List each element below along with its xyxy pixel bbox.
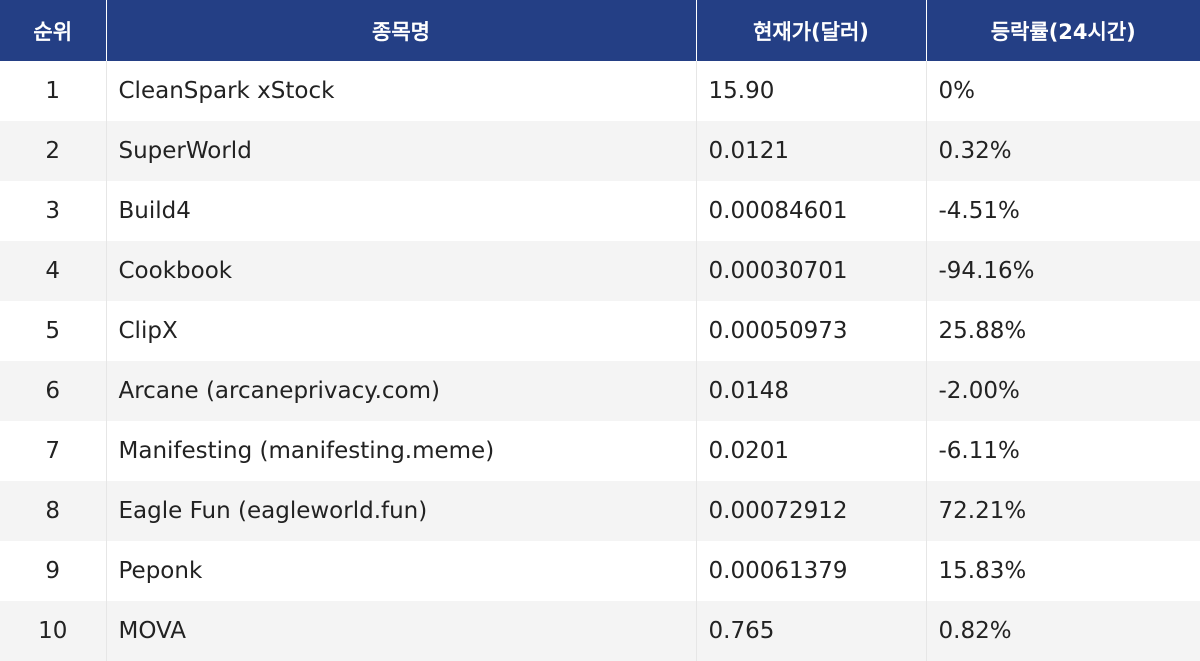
table-row: 4 Cookbook 0.00030701 -94.16% xyxy=(0,241,1200,301)
cell-price: 0.765 xyxy=(696,601,927,661)
table-row: 3 Build4 0.00084601 -4.51% xyxy=(0,181,1200,241)
table-row: 2 SuperWorld 0.0121 0.32% xyxy=(0,121,1200,181)
cell-change: -2.00% xyxy=(926,361,1200,421)
cell-change: -6.11% xyxy=(926,421,1200,481)
cell-name: Cookbook xyxy=(106,241,697,301)
cell-change: 0.82% xyxy=(926,601,1200,661)
cell-name: ClipX xyxy=(106,301,697,361)
cell-price: 0.00050973 xyxy=(696,301,927,361)
cell-rank: 8 xyxy=(0,481,107,541)
crypto-ranking-table: 순위 종목명 현재가(달러) 등락률(24시간) 1 CleanSpark xS… xyxy=(0,0,1200,661)
cell-rank: 9 xyxy=(0,541,107,601)
header-change: 등락률(24시간) xyxy=(926,0,1200,61)
cell-change: 72.21% xyxy=(926,481,1200,541)
header-name: 종목명 xyxy=(106,0,697,61)
table-row: 1 CleanSpark xStock 15.90 0% xyxy=(0,61,1200,121)
cell-change: 0% xyxy=(926,61,1200,121)
cell-rank: 5 xyxy=(0,301,107,361)
cell-price: 0.00030701 xyxy=(696,241,927,301)
header-row: 순위 종목명 현재가(달러) 등락률(24시간) xyxy=(0,0,1200,61)
cell-name: CleanSpark xStock xyxy=(106,61,697,121)
header-price: 현재가(달러) xyxy=(696,0,927,61)
cell-rank: 2 xyxy=(0,121,107,181)
cell-name: Arcane (arcaneprivacy.com) xyxy=(106,361,697,421)
table-row: 5 ClipX 0.00050973 25.88% xyxy=(0,301,1200,361)
cell-rank: 1 xyxy=(0,61,107,121)
cell-price: 0.0201 xyxy=(696,421,927,481)
cell-change: -4.51% xyxy=(926,181,1200,241)
cell-price: 0.0121 xyxy=(696,121,927,181)
table-row: 10 MOVA 0.765 0.82% xyxy=(0,601,1200,661)
cell-name: Manifesting (manifesting.meme) xyxy=(106,421,697,481)
cell-rank: 6 xyxy=(0,361,107,421)
table-body: 1 CleanSpark xStock 15.90 0% 2 SuperWorl… xyxy=(0,61,1200,661)
header-rank: 순위 xyxy=(0,0,107,61)
cell-name: Build4 xyxy=(106,181,697,241)
cell-rank: 7 xyxy=(0,421,107,481)
table-row: 6 Arcane (arcaneprivacy.com) 0.0148 -2.0… xyxy=(0,361,1200,421)
cell-price: 0.0148 xyxy=(696,361,927,421)
cell-name: Peponk xyxy=(106,541,697,601)
cell-change: 0.32% xyxy=(926,121,1200,181)
table-row: 8 Eagle Fun (eagleworld.fun) 0.00072912 … xyxy=(0,481,1200,541)
cell-name: MOVA xyxy=(106,601,697,661)
cell-rank: 3 xyxy=(0,181,107,241)
cell-change: 25.88% xyxy=(926,301,1200,361)
cell-rank: 4 xyxy=(0,241,107,301)
cell-name: SuperWorld xyxy=(106,121,697,181)
cell-price: 0.00061379 xyxy=(696,541,927,601)
cell-rank: 10 xyxy=(0,601,107,661)
cell-price: 0.00072912 xyxy=(696,481,927,541)
cell-price: 0.00084601 xyxy=(696,181,927,241)
cell-change: 15.83% xyxy=(926,541,1200,601)
table-header: 순위 종목명 현재가(달러) 등락률(24시간) xyxy=(0,0,1200,61)
cell-change: -94.16% xyxy=(926,241,1200,301)
table-row: 7 Manifesting (manifesting.meme) 0.0201 … xyxy=(0,421,1200,481)
cell-price: 15.90 xyxy=(696,61,927,121)
cell-name: Eagle Fun (eagleworld.fun) xyxy=(106,481,697,541)
table-row: 9 Peponk 0.00061379 15.83% xyxy=(0,541,1200,601)
